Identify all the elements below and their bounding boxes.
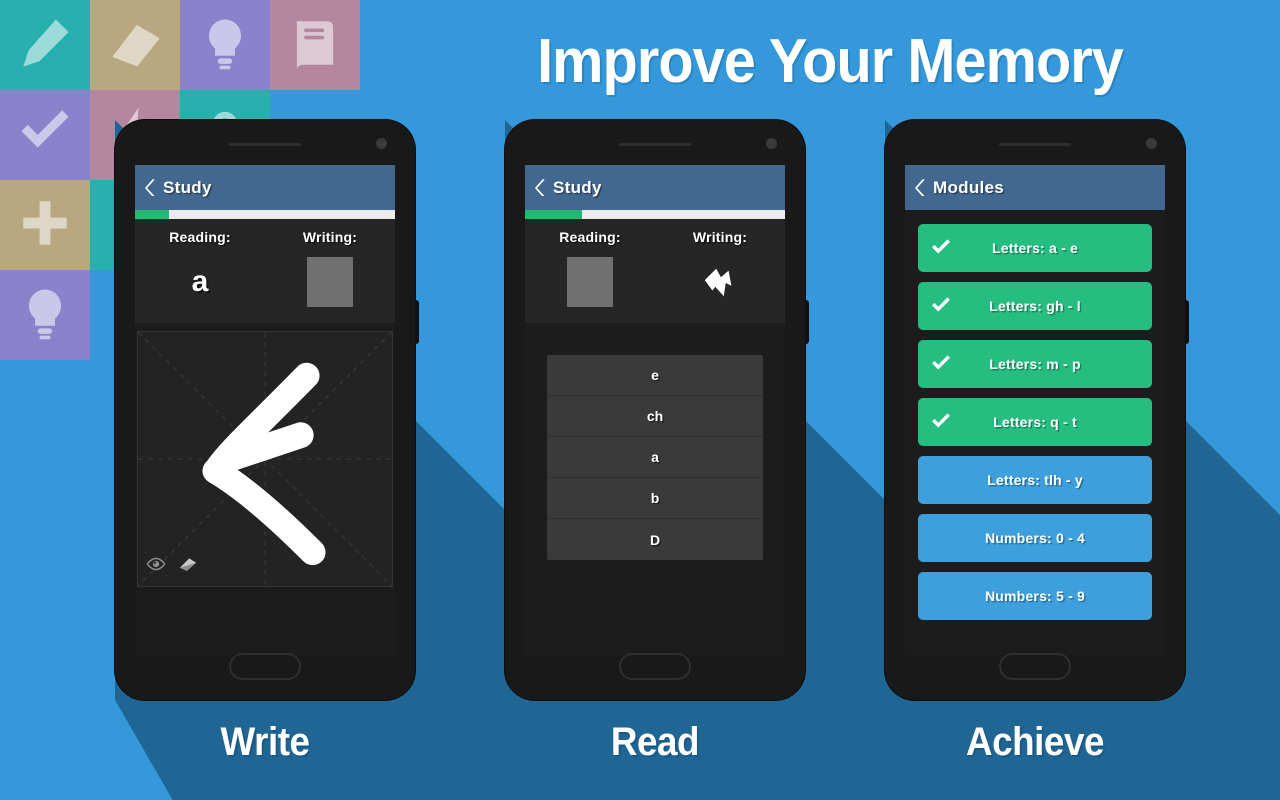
writing-placeholder <box>307 257 353 307</box>
chevron-left-icon[interactable] <box>915 178 926 197</box>
book-icon <box>286 14 344 77</box>
lightbulb-icon <box>196 14 254 77</box>
option-item[interactable]: a <box>547 437 763 478</box>
module-label: Letters: gh - l <box>989 298 1081 314</box>
earpiece-speaker <box>999 143 1071 146</box>
study-panel-1: Reading: a Writing: <box>135 219 395 323</box>
phone-1: Study Reading: a Writing: <box>115 120 419 700</box>
module-label: Numbers: 0 - 4 <box>984 530 1086 546</box>
lightbulb-icon <box>16 284 74 347</box>
module-label: Letters: tlh - y <box>987 472 1083 488</box>
options-list: e ch a b D <box>547 355 763 560</box>
eraser-icon <box>106 14 164 77</box>
phone-caption-2: Read <box>610 720 700 764</box>
check-icon <box>930 295 952 317</box>
home-button[interactable] <box>619 653 691 680</box>
study-panel-2: Reading: Writing: <box>525 219 785 323</box>
eye-icon[interactable] <box>146 554 166 579</box>
progress-bar-1 <box>135 210 395 219</box>
module-label: Numbers: 5 - 9 <box>984 588 1086 604</box>
check-icon <box>930 353 952 375</box>
reading-label: Reading: <box>559 229 621 245</box>
progress-fill <box>525 210 583 219</box>
background-tile-13 <box>0 270 90 360</box>
writing-column: Writing: <box>265 229 395 307</box>
module-label: Letters: a - e <box>991 240 1079 256</box>
canvas-area <box>135 323 395 587</box>
chevron-left-icon[interactable] <box>145 178 156 197</box>
phone-2: Study Reading: Writing: e ch a b D <box>505 120 809 700</box>
front-camera <box>766 138 777 149</box>
module-item[interactable]: Letters: gh - l <box>918 282 1152 330</box>
background-tile-5 <box>0 90 90 180</box>
options-area: e ch a b D <box>525 323 785 560</box>
phone-screen-3: Modules Letters: a - e Letters: gh - l Lett… <box>905 165 1165 655</box>
reading-column: Reading: <box>525 229 655 307</box>
module-item[interactable]: Numbers: 0 - 4 <box>918 514 1152 562</box>
phone-3: Modules Letters: a - e Letters: gh - l Lett… <box>885 120 1189 700</box>
chevron-left-icon[interactable] <box>535 178 546 197</box>
app-bar-title: Study <box>553 177 602 197</box>
check-icon <box>930 411 952 433</box>
promo-stage: Improve Your Memory Study Reading: a Writin… <box>0 0 1280 800</box>
power-button[interactable] <box>805 300 809 344</box>
progress-bar-2 <box>525 210 785 219</box>
background-tile-1 <box>0 0 90 90</box>
home-button[interactable] <box>999 653 1071 680</box>
background-tile-3 <box>180 0 270 90</box>
reading-placeholder <box>567 257 613 307</box>
background-tile-9 <box>0 180 90 270</box>
module-item[interactable]: Letters: m - p <box>918 340 1152 388</box>
writing-label: Writing: <box>692 229 748 245</box>
reading-label: Reading: <box>169 229 231 245</box>
pencil-icon <box>16 14 74 77</box>
option-item[interactable]: D <box>547 519 763 560</box>
writing-glyph-icon <box>701 257 739 307</box>
app-bar-2: Study <box>525 165 785 210</box>
module-label: Letters: q - t <box>993 414 1077 430</box>
phone-caption-3: Achieve <box>966 720 1104 764</box>
app-bar-1: Study <box>135 165 395 210</box>
phone-screen-1: Study Reading: a Writing: <box>135 165 395 655</box>
module-label: Letters: m - p <box>989 356 1081 372</box>
phone-caption-1: Write <box>220 720 310 764</box>
option-item[interactable]: e <box>547 355 763 396</box>
drawing-canvas[interactable] <box>137 331 393 587</box>
home-button[interactable] <box>229 653 301 680</box>
earpiece-speaker <box>229 143 301 146</box>
phone-screen-2: Study Reading: Writing: e ch a b D <box>525 165 785 655</box>
front-camera <box>376 138 387 149</box>
writing-label: Writing: <box>302 229 358 245</box>
reading-value: a <box>191 265 209 298</box>
app-bar-title: Modules <box>933 177 1005 197</box>
modules-list: Letters: a - e Letters: gh - l Letters: m … <box>905 210 1165 634</box>
power-button[interactable] <box>415 300 419 344</box>
earpiece-speaker <box>619 143 691 146</box>
canvas-tools <box>146 554 198 579</box>
check-icon <box>16 104 74 167</box>
module-item[interactable]: Letters: a - e <box>918 224 1152 272</box>
option-item[interactable]: b <box>547 478 763 519</box>
reading-column: Reading: a <box>135 229 265 307</box>
module-item[interactable]: Letters: tlh - y <box>918 456 1152 504</box>
writing-column: Writing: <box>655 229 785 307</box>
check-icon <box>930 237 952 259</box>
background-tile-4 <box>270 0 360 90</box>
handwriting-stroke <box>202 362 326 566</box>
front-camera <box>1146 138 1157 149</box>
module-item[interactable]: Letters: q - t <box>918 398 1152 446</box>
app-bar-title: Study <box>163 177 212 197</box>
progress-fill <box>135 210 169 219</box>
option-item[interactable]: ch <box>547 396 763 437</box>
eraser-icon[interactable] <box>178 554 198 579</box>
module-item[interactable]: Numbers: 5 - 9 <box>918 572 1152 620</box>
app-bar-3: Modules <box>905 165 1165 210</box>
background-tile-2 <box>90 0 180 90</box>
page-title: Improve Your Memory <box>537 26 1124 96</box>
plus-icon <box>16 194 74 257</box>
power-button[interactable] <box>1185 300 1189 344</box>
